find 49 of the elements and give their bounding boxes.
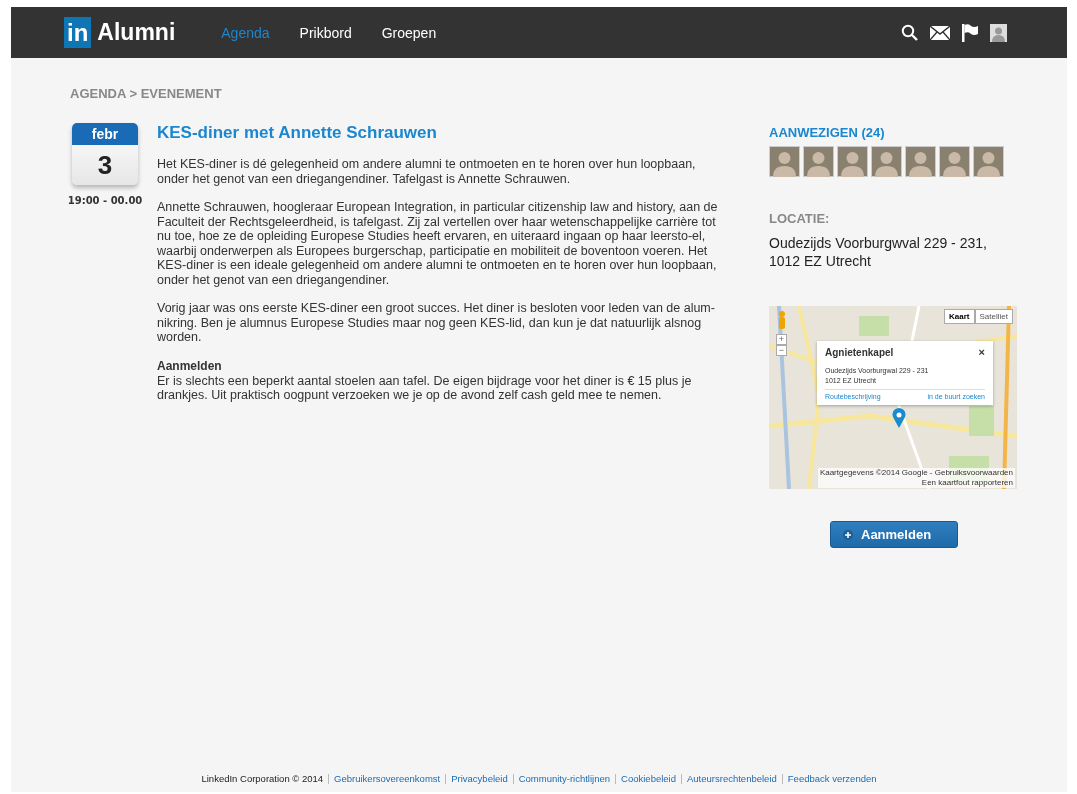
signup-button[interactable]: Aanmelden <box>830 521 958 548</box>
breadcrumb: AGENDA > EVENEMENT <box>70 86 223 101</box>
event-title: KES-diner met Annette Schrauwen <box>157 123 438 143</box>
calendar-month: febr <box>72 123 138 145</box>
map-pin-icon[interactable] <box>892 408 906 428</box>
footer-link[interactable]: Auteursrechtenbeleid <box>687 773 777 784</box>
signup-text: Er is slechts een beperkt aantal stoelen aan tafel. De eigen bijdrage voor het diner is € 15 plus je drankjes. Uit praktisch oogpunt verzoeken we je op de avond zelf cash geld mee te nemen. <box>157 373 693 403</box>
nav-tab[interactable]: Prikbord <box>299 24 352 41</box>
avatar-icon[interactable] <box>871 146 902 177</box>
location-label: LOCATIE: <box>769 211 831 226</box>
footer-link[interactable]: Privacybeleid <box>451 773 508 784</box>
avatar-icon[interactable] <box>939 146 970 177</box>
avatar-icon[interactable] <box>905 146 936 177</box>
map-type-button[interactable]: Kaart <box>944 309 975 324</box>
map-attribution: Kaartgegevens ©2014 Google - Gebruiksvoorwaarden <box>819 468 1013 478</box>
avatar-icon[interactable] <box>837 146 868 177</box>
event-description: Annette Schrauwen, hoogleraar European Integration, in particular citizenship law and history, aan de Faculteit der Rechtsgeleerdheid, is tafelgast. Zij zal vertellen over haar wetenschappelijke carrière tot nu toe, hoe ze de opleiding Europese Studies heeft ervaren, en uiteraard ingaan op haar leersto-el, waarbij onderwerpen als Europees burgerschap, participatie en mobiliteit de boventoon voeren. Het KES-diner is een ideale gelegenheid om andere alumni te ontmoeten en te horen over hun loopbaan, onder het genot van een driegangendiner. <box>157 200 719 287</box>
avatar-icon[interactable] <box>803 146 834 177</box>
close-button[interactable]: × <box>978 346 985 358</box>
event-description: Het KES-diner is dé gelegenheid om andere alumni te ontmoeten en te horen over hun loopbaan, onder het genot van een driegangendiner. Tafelgast is Annette Schrauwen. <box>157 157 697 186</box>
copyright-text: LinkedIn Corporation © 2014 <box>201 773 324 784</box>
attendees-heading: AANWEZIGEN (24) <box>769 125 886 140</box>
nav-tab[interactable]: Groepen <box>381 24 437 41</box>
avatar-icon[interactable] <box>973 146 1004 177</box>
person-icon[interactable] <box>777 310 787 330</box>
footer-link[interactable]: Community-richtlijnen <box>518 773 611 784</box>
zoom-in-button[interactable]: + <box>776 334 787 345</box>
signup-heading: Aanmelden <box>157 358 223 374</box>
profile-icon[interactable] <box>990 23 1007 42</box>
logo-mark[interactable]: in <box>64 17 92 48</box>
envelope-icon[interactable] <box>930 25 950 40</box>
calendar-day: 3 <box>72 145 138 185</box>
footer-link[interactable]: Feedback verzenden <box>787 773 877 784</box>
logo-text[interactable]: Alumni <box>97 19 176 46</box>
flag-icon[interactable] <box>962 23 978 42</box>
nav-tab[interactable]: Agenda <box>221 24 270 41</box>
plus-icon <box>843 529 853 540</box>
footer-link[interactable]: Gebruikersovereenkomst <box>334 773 441 784</box>
event-time: 19:00 - 00.00 <box>67 195 143 206</box>
footer-link[interactable]: Cookiebeleid <box>621 773 676 784</box>
event-description: Vorig jaar was ons eerste KES-diner een groot succes. Het diner is besloten voor leden van de alum-nikring. Ben je alumnus Europese Studies maar nog geen KES-lid, dan kun je dat natuurlijk alsnog worden. <box>157 301 716 345</box>
location-address: 1012 EZ Utrecht <box>769 252 872 270</box>
location-address: Oudezijds Voorburgwval 229 - 231, <box>769 234 988 252</box>
avatar-icon[interactable] <box>769 146 800 177</box>
search-icon[interactable] <box>901 24 918 41</box>
map-type-button[interactable]: Satelliet <box>974 309 1013 324</box>
zoom-out-button[interactable]: − <box>776 345 787 356</box>
report-link[interactable]: Een kaartfout rapporteren <box>921 478 1013 488</box>
popup-title: Agnietenkapel <box>825 346 894 358</box>
